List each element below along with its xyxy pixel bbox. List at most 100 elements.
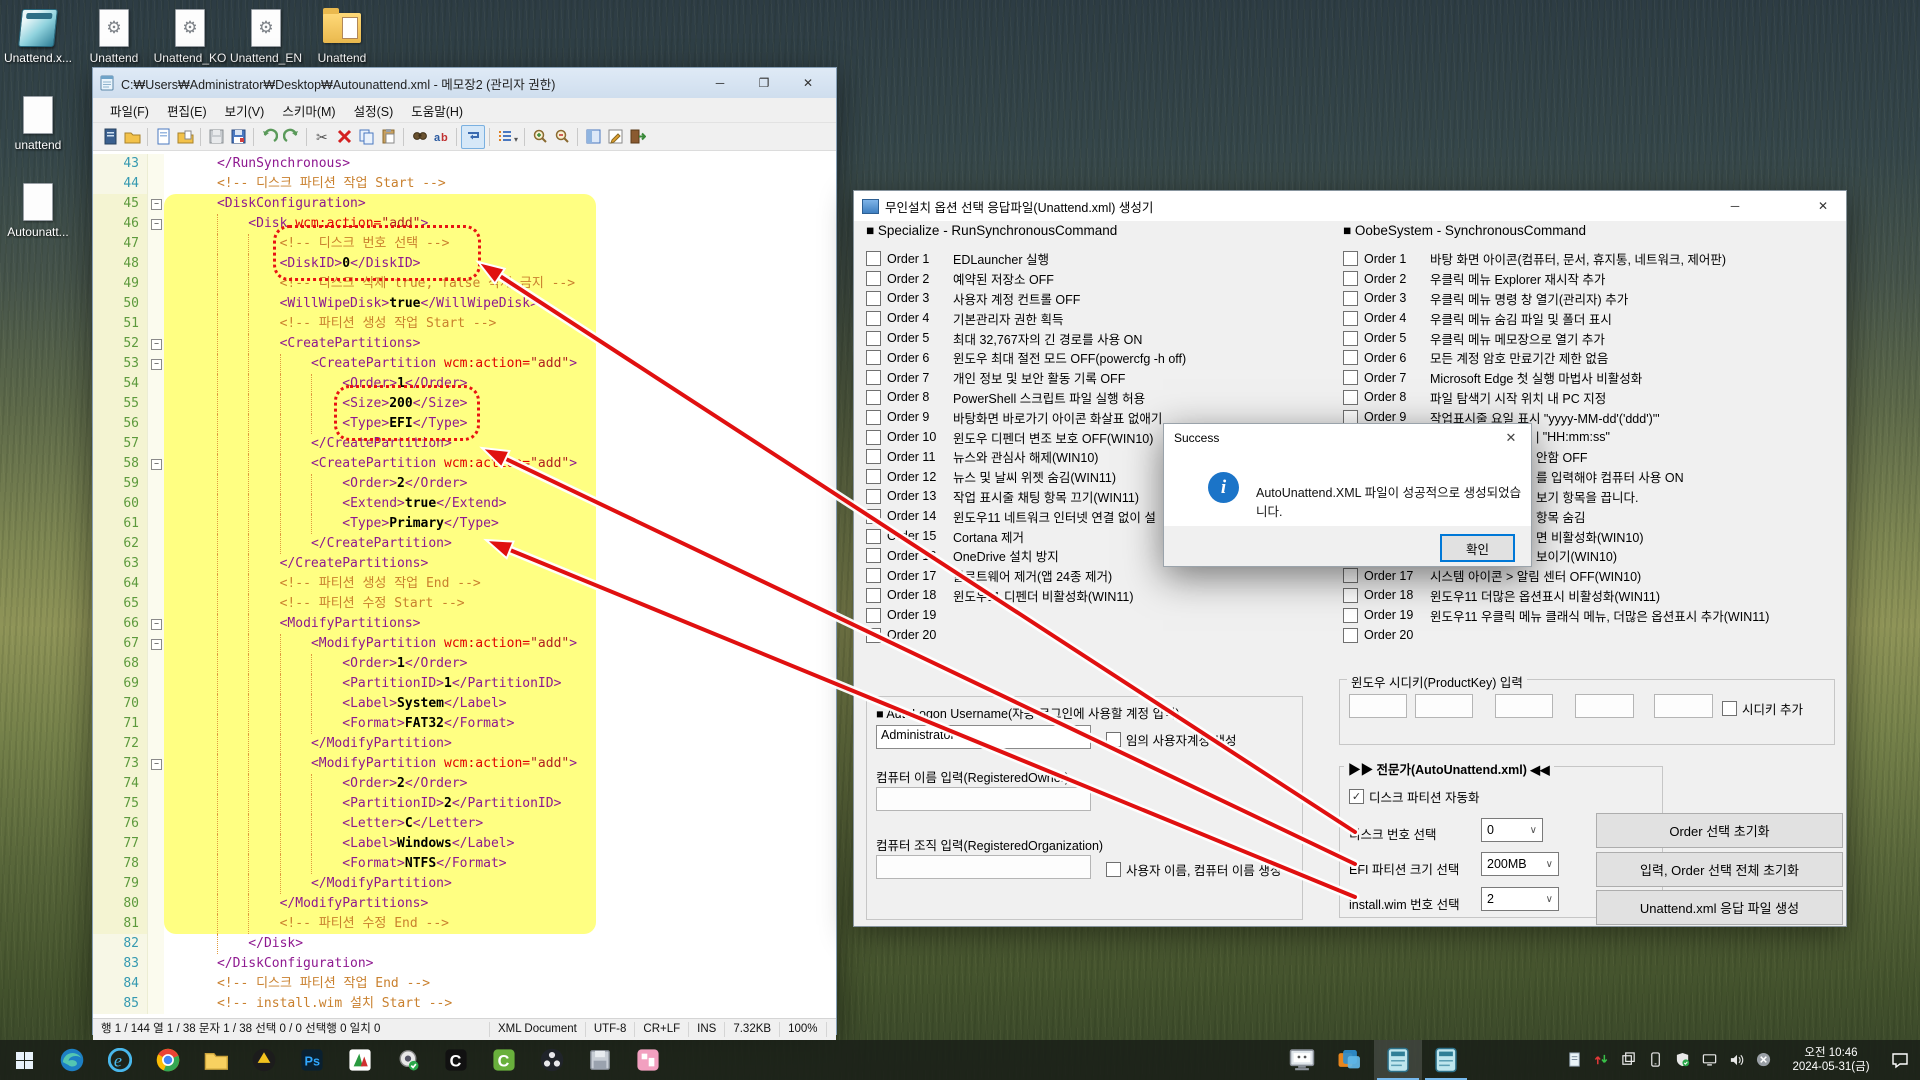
autologon-username-input[interactable]: Administrator xyxy=(876,725,1091,749)
productkey-input-5[interactable] xyxy=(1654,694,1713,718)
close-icon[interactable]: ✕ xyxy=(1801,192,1845,220)
auto-partition-checkbox[interactable] xyxy=(1349,789,1364,804)
order-checkbox[interactable] xyxy=(1343,568,1358,583)
find-toolbar-icon[interactable] xyxy=(408,126,430,148)
order-checkbox[interactable] xyxy=(866,588,881,603)
desktop-icon-unattend-doc[interactable]: unattend xyxy=(0,95,76,152)
maximize-icon[interactable]: ❐ xyxy=(742,69,786,97)
new-toolbar-icon[interactable] xyxy=(152,126,174,148)
generator-titlebar[interactable]: 무인설치 옵션 선택 응답파일(Unattend.xml) 생성기 ─ ✕ xyxy=(854,191,1846,221)
tray-net-icon[interactable] xyxy=(1702,1052,1718,1068)
order-checkbox[interactable] xyxy=(866,251,881,266)
order-checkbox[interactable] xyxy=(1343,271,1358,286)
chrome-taskbar-icon[interactable] xyxy=(144,1040,192,1080)
disk-number-dropdown[interactable]: 0∨ xyxy=(1481,818,1543,842)
order-checkbox[interactable] xyxy=(1343,350,1358,365)
order-checkbox[interactable] xyxy=(866,370,881,385)
desktop-icon-unattend[interactable]: ⚙Unattend xyxy=(76,8,152,65)
order-checkbox[interactable] xyxy=(1343,331,1358,346)
tray-stack-icon[interactable] xyxy=(1621,1052,1637,1068)
close-icon[interactable]: ✕ xyxy=(1491,424,1531,452)
desktop-icon-unattend-ko[interactable]: ⚙Unattend_KO xyxy=(152,8,228,65)
ie-taskbar-icon[interactable]: e xyxy=(96,1040,144,1080)
order-checkbox[interactable] xyxy=(866,548,881,563)
dialog-titlebar[interactable]: Success xyxy=(1164,424,1531,452)
order-checkbox[interactable] xyxy=(866,449,881,464)
order-checkbox[interactable] xyxy=(866,489,881,504)
order-checkbox[interactable] xyxy=(866,529,881,544)
zoomout-toolbar-icon[interactable] xyxy=(551,126,573,148)
order-checkbox[interactable] xyxy=(1343,588,1358,603)
pink-taskbar-icon[interactable] xyxy=(624,1040,672,1080)
obs-taskbar-icon[interactable] xyxy=(528,1040,576,1080)
fold-marker-icon[interactable]: − xyxy=(148,454,164,474)
add-productkey-checkbox[interactable] xyxy=(1722,701,1737,716)
doc-toolbar-icon[interactable] xyxy=(99,126,121,148)
order-checkbox[interactable] xyxy=(866,291,881,306)
productkey-input-1[interactable] xyxy=(1349,694,1407,718)
order-checkbox[interactable] xyxy=(1343,251,1358,266)
fold-marker-icon[interactable]: − xyxy=(148,614,164,634)
panel-toolbar-icon[interactable] xyxy=(582,126,604,148)
recorder-taskbar-icon[interactable]: C xyxy=(480,1040,528,1080)
vmware-workstation-taskbar-button[interactable] xyxy=(1326,1040,1374,1080)
wrap-toolbar-icon[interactable] xyxy=(461,125,485,149)
order-checkbox[interactable] xyxy=(866,430,881,445)
desktop-icon-unattend-en[interactable]: ⚙Unattend_EN xyxy=(228,8,304,65)
order-checkbox[interactable] xyxy=(866,350,881,365)
fold-marker-icon[interactable]: − xyxy=(148,634,164,654)
desktop-icon-unattend-app[interactable]: Unattend.x... xyxy=(0,8,76,65)
desktop-icon-autounattend-doc[interactable]: Autounatt... xyxy=(0,182,76,239)
add-productkey-option[interactable]: 시디키 추가 xyxy=(1722,699,1803,718)
list-toolbar-icon[interactable] xyxy=(494,126,516,148)
action-center-icon[interactable] xyxy=(1890,1050,1910,1070)
menu-item[interactable]: 보기(V) xyxy=(216,98,274,123)
generate-names-option[interactable]: 사용자 이름, 컴퓨터 이름 생성 xyxy=(1106,860,1281,879)
util-taskbar-icon[interactable] xyxy=(384,1040,432,1080)
registered-owner-input[interactable] xyxy=(876,787,1091,811)
paste-toolbar-icon[interactable] xyxy=(377,126,399,148)
close-icon[interactable]: ✕ xyxy=(786,69,830,97)
minimize-icon[interactable]: ─ xyxy=(698,69,742,97)
start-button[interactable] xyxy=(0,1040,48,1080)
order-checkbox[interactable] xyxy=(866,568,881,583)
order-checkbox[interactable] xyxy=(866,509,881,524)
edit2-toolbar-icon[interactable] xyxy=(604,126,626,148)
tray-x-icon[interactable] xyxy=(1756,1052,1772,1068)
tray-vol-icon[interactable] xyxy=(1729,1052,1745,1068)
cut-toolbar-icon[interactable]: ✂ xyxy=(311,126,333,148)
zoomin-toolbar-icon[interactable] xyxy=(529,126,551,148)
order-checkbox[interactable] xyxy=(1343,390,1358,405)
fold-marker-icon[interactable]: − xyxy=(148,334,164,354)
order-checkbox[interactable] xyxy=(866,469,881,484)
replace-toolbar-icon[interactable]: ab xyxy=(430,126,452,148)
productkey-input-2[interactable] xyxy=(1415,694,1473,718)
order-checkbox[interactable] xyxy=(1343,291,1358,306)
notepad2-titlebar[interactable]: C:₩Users₩Administrator₩Desktop₩Autounatt… xyxy=(93,68,836,98)
media-taskbar-icon[interactable] xyxy=(336,1040,384,1080)
registered-org-input[interactable] xyxy=(876,855,1091,879)
order-checkbox[interactable] xyxy=(1343,311,1358,326)
tray-note-icon[interactable] xyxy=(1567,1052,1583,1068)
folderdoc-toolbar-icon[interactable] xyxy=(174,126,196,148)
menu-item[interactable]: 파일(F) xyxy=(101,98,158,123)
ps-taskbar-icon[interactable]: Ps xyxy=(288,1040,336,1080)
wim-index-dropdown[interactable]: 2∨ xyxy=(1481,887,1559,911)
desktop-icon-unattend-folder[interactable]: Unattend xyxy=(304,8,380,65)
chevron-down-icon[interactable]: ▾ xyxy=(514,135,518,144)
fold-marker-icon[interactable]: − xyxy=(148,354,164,374)
undo-toolbar-icon[interactable] xyxy=(258,126,280,148)
generate-xml-button[interactable]: Unattend.xml 응답 파일 생성 xyxy=(1596,890,1843,925)
copy-toolbar-icon[interactable] xyxy=(355,126,377,148)
ok-button[interactable]: 확인 xyxy=(1440,534,1515,562)
order-checkbox[interactable] xyxy=(1343,608,1358,623)
tray-arrows-icon[interactable] xyxy=(1594,1052,1610,1068)
menu-item[interactable]: 설정(S) xyxy=(345,98,403,123)
redo-toolbar-icon[interactable] xyxy=(280,126,302,148)
order-checkbox[interactable] xyxy=(866,311,881,326)
edge-taskbar-icon[interactable] xyxy=(48,1040,96,1080)
productkey-input-4[interactable] xyxy=(1575,694,1634,718)
exit-toolbar-icon[interactable] xyxy=(626,126,648,148)
random-account-checkbox[interactable] xyxy=(1106,732,1121,747)
generate-names-checkbox[interactable] xyxy=(1106,862,1121,877)
